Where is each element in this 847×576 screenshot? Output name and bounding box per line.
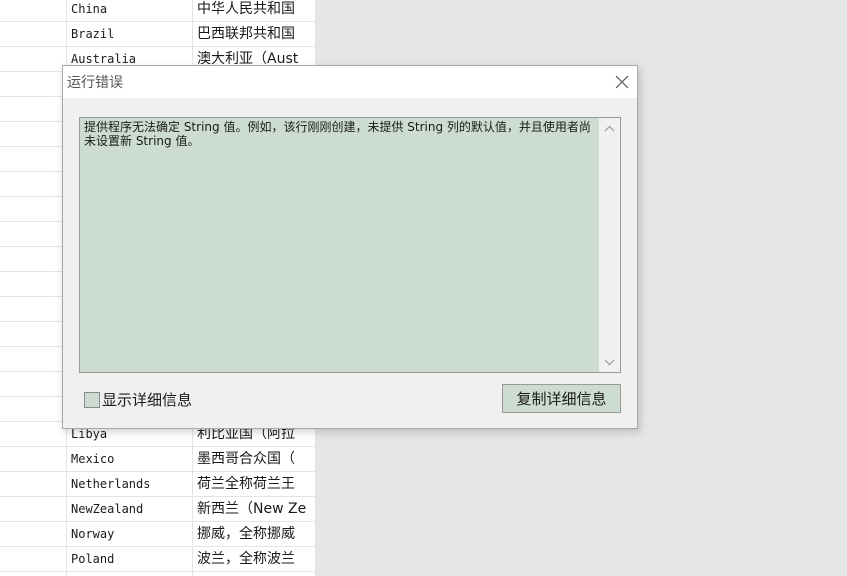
table-row: Brazil 巴西联邦共和国 [0,22,316,47]
copy-details-button[interactable]: 复制详细信息 [502,384,621,413]
close-button[interactable] [607,67,637,97]
country-english-cell[interactable]: Norway [67,522,193,546]
country-english-cell[interactable]: Netherlands [67,472,193,496]
table-row: Netherlands 荷兰全称荷兰王 [0,472,316,497]
country-english-cell[interactable]: NewZealand [67,497,193,521]
grid-cell[interactable] [0,422,67,446]
close-icon [615,75,629,89]
country-english-cell[interactable]: China [67,0,193,21]
grid-cell[interactable] [0,522,67,546]
grid-cell[interactable] [0,572,67,576]
dialog-titlebar: 运行错误 [63,66,637,98]
grid-cell[interactable] [0,447,67,471]
country-chinese-cell[interactable] [193,572,316,576]
grid-cell[interactable] [0,372,67,396]
country-chinese-cell[interactable]: 墨西哥合众国（ [193,447,316,471]
error-message-box[interactable]: 提供程序无法确定 String 值。例如，该行刚刚创建，未提供 String 列… [79,117,621,373]
grid-cell[interactable] [0,22,67,46]
table-row: NewZealand 新西兰（New Ze [0,497,316,522]
grid-cell[interactable] [0,247,67,271]
error-message-text: 提供程序无法确定 String 值。例如，该行刚刚创建，未提供 String 列… [84,120,591,148]
grid-cell[interactable] [0,497,67,521]
country-english-cell[interactable]: Poland [67,547,193,571]
country-english-cell[interactable] [67,572,193,576]
country-english-cell[interactable]: Brazil [67,22,193,46]
grid-cell[interactable] [0,297,67,321]
grid-cell[interactable] [0,72,67,96]
table-row: Poland 波兰，全称波兰 [0,547,316,572]
show-details-toggle[interactable]: 显示详细信息 [84,389,192,410]
grid-cell[interactable] [0,547,67,571]
show-details-label: 显示详细信息 [102,391,193,409]
grid-cell[interactable] [0,0,67,21]
chevron-down-icon [604,359,615,365]
country-english-cell[interactable]: Mexico [67,447,193,471]
grid-cell[interactable] [0,172,67,196]
country-chinese-cell[interactable]: 波兰，全称波兰 [193,547,316,571]
grid-cell[interactable] [0,222,67,246]
grid-cell[interactable] [0,122,67,146]
grid-cell[interactable] [0,97,67,121]
grid-cell[interactable] [0,47,67,71]
country-chinese-cell[interactable]: 挪威，全称挪威 [193,522,316,546]
country-chinese-cell[interactable]: 荷兰全称荷兰王 [193,472,316,496]
country-chinese-cell[interactable]: 新西兰（New Ze [193,497,316,521]
error-dialog: 运行错误 提供程序无法确定 String 值。例如，该行刚刚创建，未提供 Str… [62,65,638,429]
table-row: Mexico 墨西哥合众国（ [0,447,316,472]
show-details-checkbox[interactable] [84,391,100,408]
grid-cell[interactable] [0,147,67,171]
scroll-up-button[interactable] [599,118,620,138]
grid-cell[interactable] [0,397,67,421]
grid-cell[interactable] [0,472,67,496]
grid-cell[interactable] [0,197,67,221]
country-chinese-cell[interactable]: 中华人民共和国 [193,0,316,21]
chevron-up-icon [604,125,615,131]
table-row [0,572,316,576]
country-chinese-cell[interactable]: 巴西联邦共和国 [193,22,316,46]
grid-cell[interactable] [0,272,67,296]
vertical-scrollbar[interactable] [599,118,620,372]
grid-cell[interactable] [0,347,67,371]
table-row: Norway 挪威，全称挪威 [0,522,316,547]
grid-cell[interactable] [0,322,67,346]
table-row: China 中华人民共和国 [0,0,316,22]
dialog-title: 运行错误 [67,75,123,91]
scroll-down-button[interactable] [599,352,620,372]
